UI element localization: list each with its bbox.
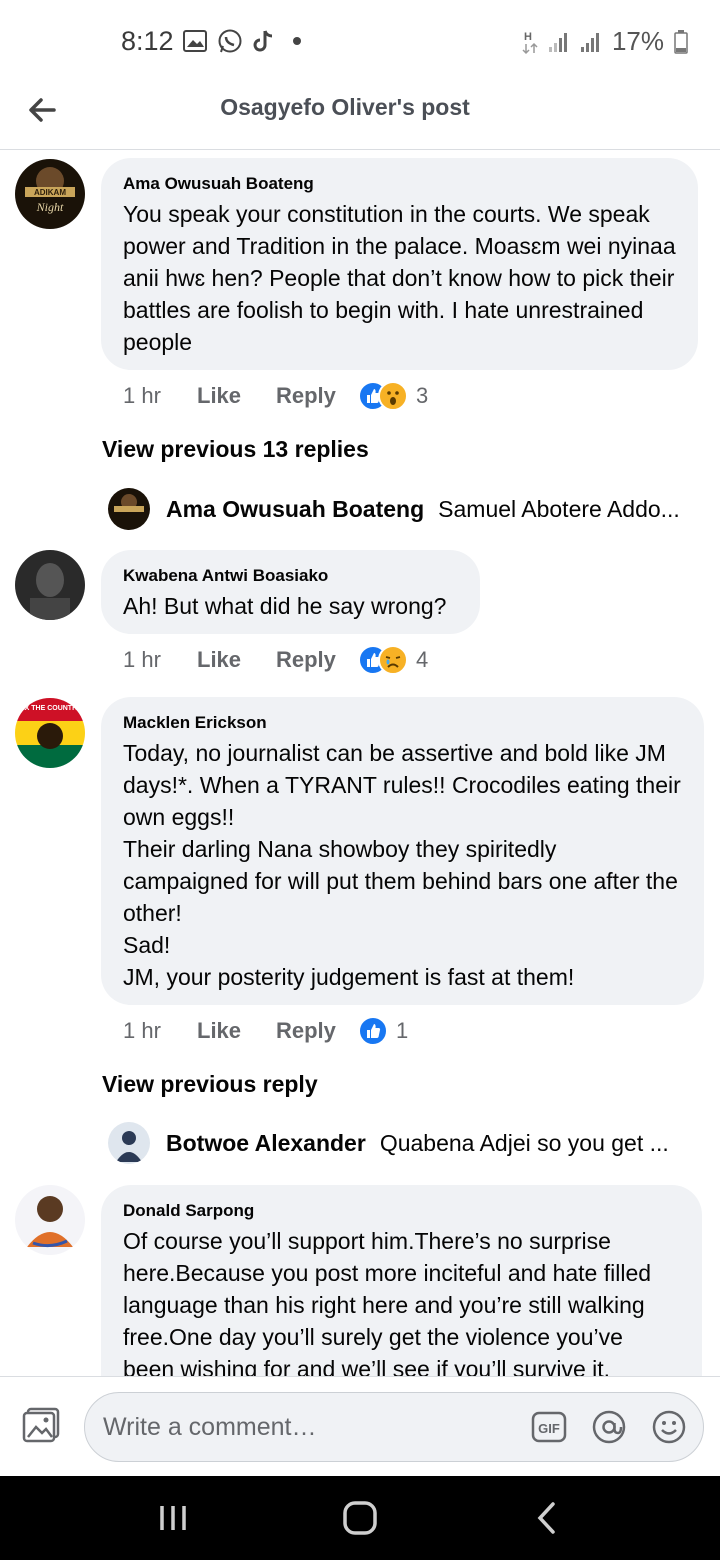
comment-text: You speak your constitution in the court… (123, 201, 676, 355)
avatar-image (108, 488, 150, 530)
avatar-ama-owusuah-boateng-small[interactable] (108, 488, 150, 530)
comment-bubble[interactable]: Kwabena Antwi Boasiako Ah! But what did … (101, 550, 480, 634)
signal-2-icon (580, 32, 599, 52)
comment-time[interactable]: 1 hr (123, 383, 197, 409)
status-right: H 17% (522, 26, 688, 57)
network-type-icon: H (522, 31, 538, 54)
gallery-notification-icon (183, 30, 207, 52)
like-button[interactable]: Like (197, 647, 276, 673)
mention-icon[interactable] (591, 1409, 627, 1445)
post-header: Osagyefo Oliver's post (0, 80, 720, 150)
reply-author[interactable]: Ama Owusuah Boateng (166, 496, 424, 523)
avatar-image (15, 550, 85, 620)
page-title: Osagyefo Oliver's post (220, 94, 470, 120)
home-icon[interactable] (340, 1498, 380, 1538)
like-button[interactable]: Like (197, 383, 276, 409)
avatar-image (15, 1185, 85, 1255)
emoji-icon[interactable] (651, 1409, 687, 1445)
sad-reaction-icon (378, 645, 408, 675)
system-navigation-bar (0, 1476, 720, 1560)
avatar-image: ADIKAM Night (15, 159, 85, 229)
reply-preview: Quabena Adjei so you get ... (379, 1129, 669, 1156)
reaction-count: 4 (416, 647, 429, 672)
photo-icon[interactable] (22, 1407, 60, 1443)
battery-percent: 17% (611, 26, 664, 56)
reply-button[interactable]: Reply (276, 647, 358, 673)
reactions-summary[interactable]: 1 (358, 1016, 408, 1046)
avatar-donald-sarpong[interactable] (15, 1185, 85, 1255)
reaction-count: 1 (396, 1018, 409, 1043)
tiktok-notification-icon (253, 30, 273, 52)
battery-icon (674, 29, 688, 54)
like-reaction-icon (358, 1016, 388, 1046)
reactions-summary[interactable]: 4 (358, 645, 428, 675)
wow-reaction-icon (378, 381, 408, 411)
status-time: 8:12 (121, 26, 174, 56)
svg-text:Night: Night (36, 200, 64, 214)
notification-icons (183, 28, 301, 54)
avatar-ama-owusuah-boateng[interactable]: ADIKAM Night (15, 159, 85, 229)
svg-text:GIF: GIF (538, 1421, 560, 1436)
avatar-image (108, 1122, 150, 1164)
view-previous-reply-link[interactable]: View previous reply (102, 1071, 318, 1098)
comment-author[interactable]: Ama Owusuah Boateng (123, 174, 676, 194)
comment-author[interactable]: Macklen Erickson (123, 713, 682, 733)
avatar-macklen-erickson[interactable]: FIX THE COUNTRY (15, 698, 85, 768)
comment-bubble[interactable]: Macklen Erickson Today, no journalist ca… (101, 697, 704, 1005)
comment-input[interactable] (103, 1410, 503, 1444)
comment-text: Today, no journalist can be assertive an… (123, 740, 681, 990)
comment-bubble[interactable]: Ama Owusuah Boateng You speak your const… (101, 158, 698, 370)
reply-preview: Samuel Abotere Addo... (438, 495, 680, 522)
recent-apps-icon[interactable] (153, 1498, 193, 1538)
reply-button[interactable]: Reply (276, 1018, 358, 1044)
like-button[interactable]: Like (197, 1018, 276, 1044)
whatsapp-notification-icon (218, 29, 242, 53)
back-nav-icon[interactable] (528, 1498, 568, 1538)
gif-icon[interactable]: GIF (531, 1409, 567, 1445)
reply-author[interactable]: Botwoe Alexander (166, 1130, 366, 1157)
comment-author[interactable]: Kwabena Antwi Boasiako (123, 566, 458, 586)
comment-actions: 1 hr Like Reply 4 (123, 645, 428, 675)
collapsed-reply[interactable]: Ama Owusuah Boateng Samuel Abotere Addo.… (108, 488, 698, 530)
comment-author[interactable]: Donald Sarpong (123, 1201, 680, 1221)
avatar-kwabena-antwi-boasiako[interactable] (15, 550, 85, 620)
reply-button[interactable]: Reply (276, 383, 358, 409)
svg-text:FIX THE COUNTRY: FIX THE COUNTRY (18, 705, 81, 712)
reaction-count: 3 (416, 383, 429, 408)
collapsed-reply[interactable]: Botwoe Alexander Quabena Adjei so you ge… (108, 1122, 698, 1164)
comments-feed[interactable]: ADIKAM Night Ama Owusuah Boateng You spe… (0, 150, 720, 1376)
comment-composer: GIF (0, 1376, 720, 1476)
reactions-summary[interactable]: 3 (358, 381, 428, 411)
comment-bubble[interactable]: Donald Sarpong Of course you’ll support … (101, 1185, 702, 1376)
comment-text: Of course you’ll support him.There’s no … (123, 1228, 652, 1376)
avatar-image: FIX THE COUNTRY (15, 698, 85, 768)
comment-actions: 1 hr Like Reply 1 (123, 1016, 408, 1046)
svg-text:H: H (524, 31, 532, 43)
view-previous-replies-link[interactable]: View previous 13 replies (102, 436, 369, 463)
comment-time[interactable]: 1 hr (123, 647, 197, 673)
avatar-botwoe-alexander[interactable] (108, 1122, 150, 1164)
signal-1-icon (548, 32, 567, 52)
comment-time[interactable]: 1 hr (123, 1018, 197, 1044)
status-bar: 8:12 H 17% (0, 0, 720, 80)
comment-actions: 1 hr Like Reply 3 (123, 381, 428, 411)
comment-input-container[interactable]: GIF (84, 1392, 704, 1462)
more-notifications-dot (293, 37, 301, 45)
svg-text:ADIKAM: ADIKAM (34, 188, 66, 197)
comment-text: Ah! But what did he say wrong? (123, 593, 447, 619)
